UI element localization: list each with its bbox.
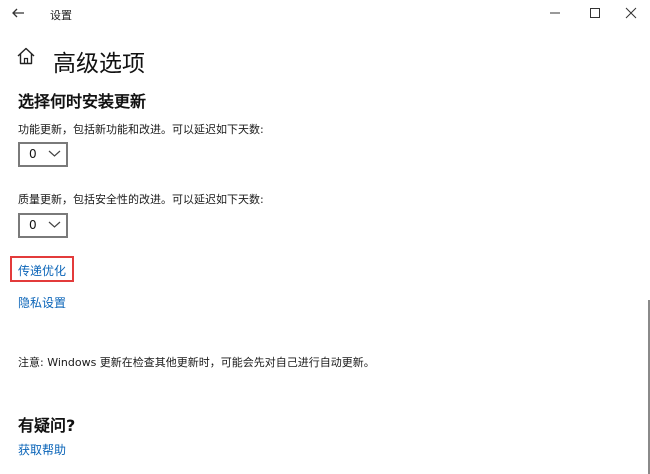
close-button[interactable]: [617, 2, 645, 24]
delivery-optimization-link[interactable]: 传递优化: [18, 262, 66, 279]
home-button[interactable]: [15, 45, 37, 67]
chevron-down-icon: [48, 150, 61, 157]
feature-update-defer-dropdown[interactable]: 0: [18, 142, 68, 167]
feature-update-defer-value: 0: [29, 147, 37, 161]
quality-update-defer-value: 0: [29, 218, 37, 232]
minimize-icon: [550, 12, 560, 14]
faq-title: 有疑问?: [18, 416, 76, 435]
section-title-update-schedule: 选择何时安装更新: [18, 92, 147, 111]
page-title: 高级选项: [53, 51, 145, 77]
window-title: 设置: [50, 9, 72, 22]
back-button[interactable]: [8, 2, 30, 24]
maximize-button[interactable]: [581, 2, 609, 24]
minimize-button[interactable]: [540, 2, 568, 24]
quality-update-defer-dropdown[interactable]: 0: [18, 213, 68, 238]
get-help-link[interactable]: 获取帮助: [18, 441, 66, 458]
title-bar: 设置: [0, 0, 650, 28]
chevron-down-icon: [48, 221, 61, 228]
maximize-icon: [590, 8, 600, 18]
feature-update-label: 功能更新，包括新功能和改进。可以延迟如下天数:: [18, 123, 264, 136]
update-note: 注意: Windows 更新在检查其他更新时，可能会先对自己进行自动更新。: [18, 356, 375, 369]
privacy-settings-link[interactable]: 隐私设置: [18, 294, 66, 311]
arrow-left-icon: [12, 8, 24, 18]
home-icon: [17, 47, 35, 65]
close-icon: [625, 7, 637, 19]
quality-update-label: 质量更新，包括安全性的改进。可以延迟如下天数:: [18, 193, 264, 206]
